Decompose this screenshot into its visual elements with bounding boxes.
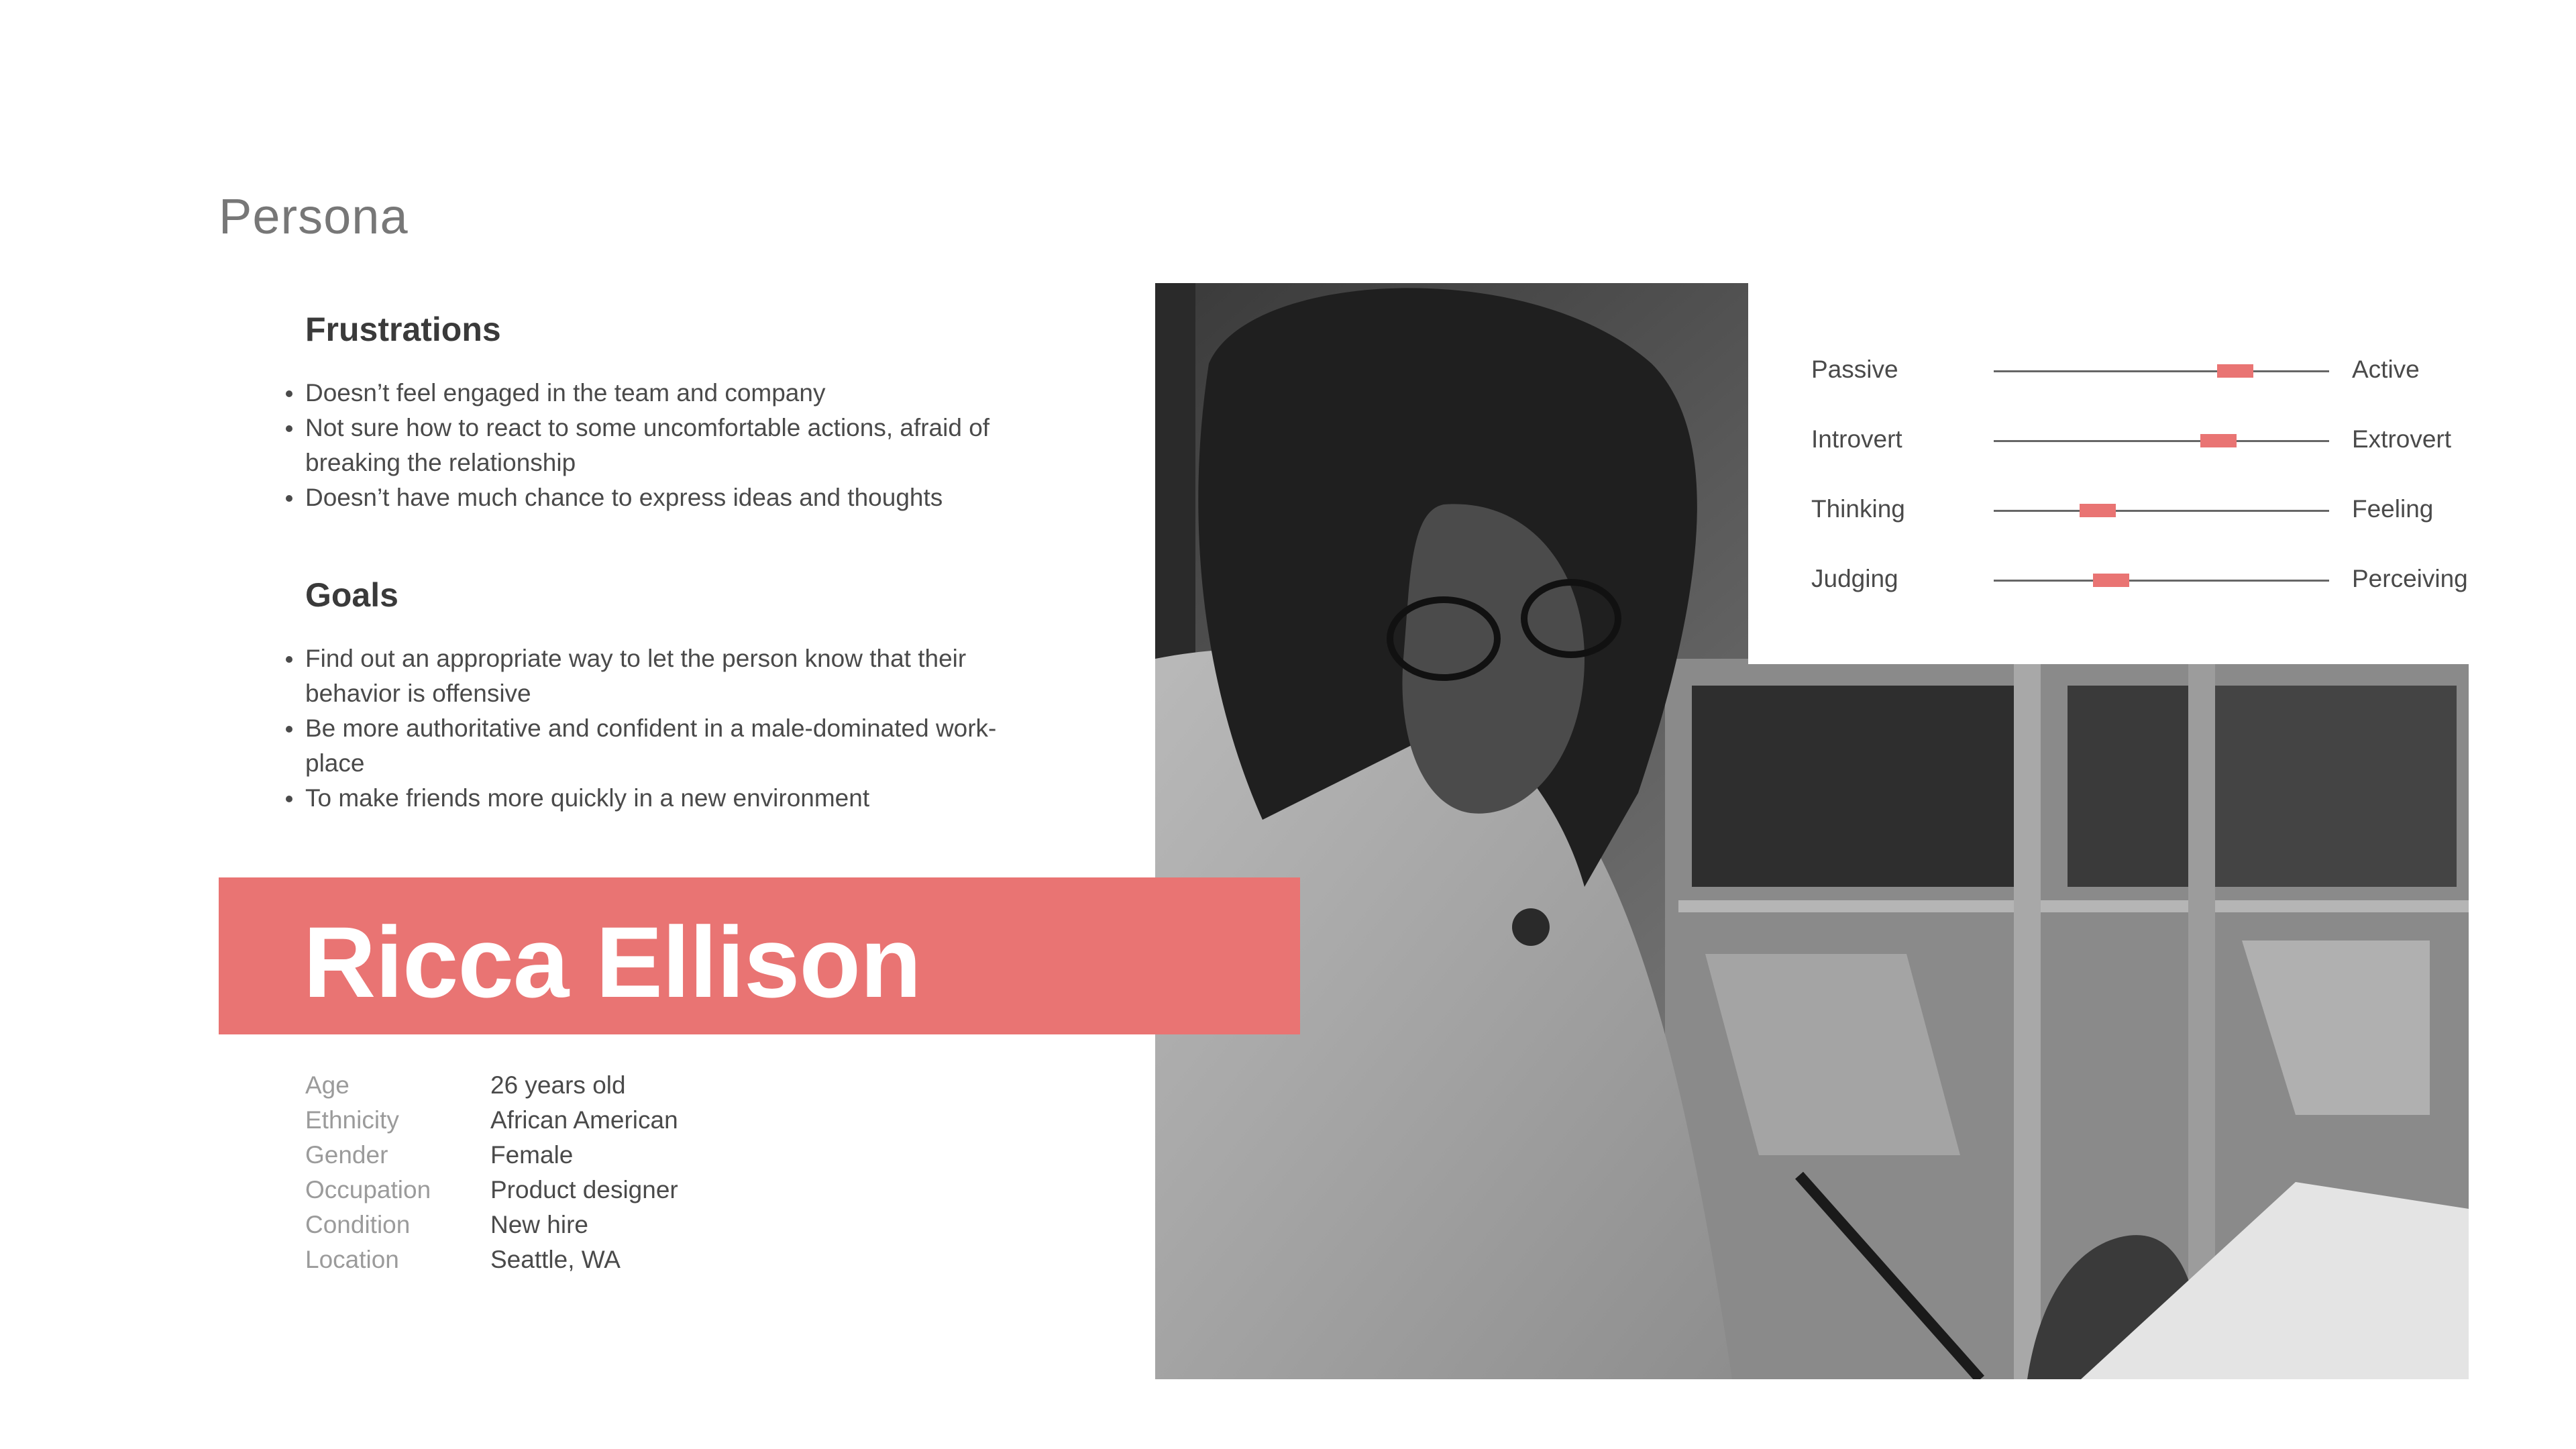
trait-row-judging-perceiving: Judging Perceiving [1811,559,2482,600]
trait-row-introvert-extrovert: Introvert Extrovert [1811,420,2482,460]
list-item: Not sure how to react to some uncomforta… [282,411,1053,480]
frustrations-list: Doesn’t feel engaged in the team and com… [282,376,1053,515]
trait-left-label: Passive [1811,356,1898,383]
goals-list: Find out an appropriate way to let the p… [282,641,1053,816]
trait-left-label: Judging [1811,565,1898,592]
list-item: To make friends more quickly in a new en… [282,781,1053,816]
trait-right-label: Extrovert [2352,425,2452,453]
trait-scale [1994,364,2329,378]
trait-right-label: Perceiving [2352,565,2468,592]
trait-left-label: Thinking [1811,495,1905,523]
trait-right-label: Feeling [2352,495,2434,523]
trait-row-thinking-feeling: Thinking Feeling [1811,490,2482,530]
list-item: Doesn’t have much chance to express idea… [282,480,1053,515]
trait-right-label: Active [2352,356,2420,383]
traits-panel: Passive Active Introvert Extrovert Think… [1748,268,2500,664]
detail-label: Ethnicity [305,1106,399,1134]
detail-value: 26 years old [490,1071,626,1099]
list-item: Find out an appropriate way to let the p… [282,641,1053,711]
detail-value: African American [490,1106,678,1134]
trait-left-label: Introvert [1811,425,1902,453]
detail-value: Seattle, WA [490,1246,621,1273]
detail-value: Female [490,1141,574,1169]
persona-page: Persona Frustrations Doesn’t feel engage… [0,0,2576,1449]
detail-label: Age [305,1071,350,1099]
detail-label: Gender [305,1141,388,1169]
detail-row: Age 26 years old [305,1068,678,1103]
trait-scale [1994,434,2329,447]
trait-row-passive-active: Passive Active [1811,350,2482,390]
name-banner: Ricca Ellison [219,877,1300,1034]
detail-row: Occupation Product designer [305,1173,678,1208]
goals-heading: Goals [305,576,398,614]
page-title: Persona [219,189,409,244]
trait-scale [1994,574,2329,587]
detail-row: Condition New hire [305,1208,678,1242]
detail-value: Product designer [490,1176,678,1203]
trait-marker [2080,504,2116,517]
detail-label: Condition [305,1211,411,1238]
detail-row: Gender Female [305,1138,678,1173]
frustrations-heading: Frustrations [305,311,501,348]
trait-marker [2200,434,2237,447]
detail-label: Location [305,1246,399,1273]
detail-value: New hire [490,1211,588,1238]
list-item: Doesn’t feel engaged in the team and com… [282,376,1053,411]
detail-label: Occupation [305,1176,431,1203]
persona-name: Ricca Ellison [303,906,922,1018]
persona-details: Age 26 years old Ethnicity African Ameri… [305,1068,678,1277]
trait-scale [1994,504,2329,517]
trait-marker [2093,574,2129,587]
detail-row: Location Seattle, WA [305,1242,678,1277]
list-item: Be more authoritative and confident in a… [282,711,1053,781]
trait-marker [2217,364,2253,378]
detail-row: Ethnicity African American [305,1103,678,1138]
